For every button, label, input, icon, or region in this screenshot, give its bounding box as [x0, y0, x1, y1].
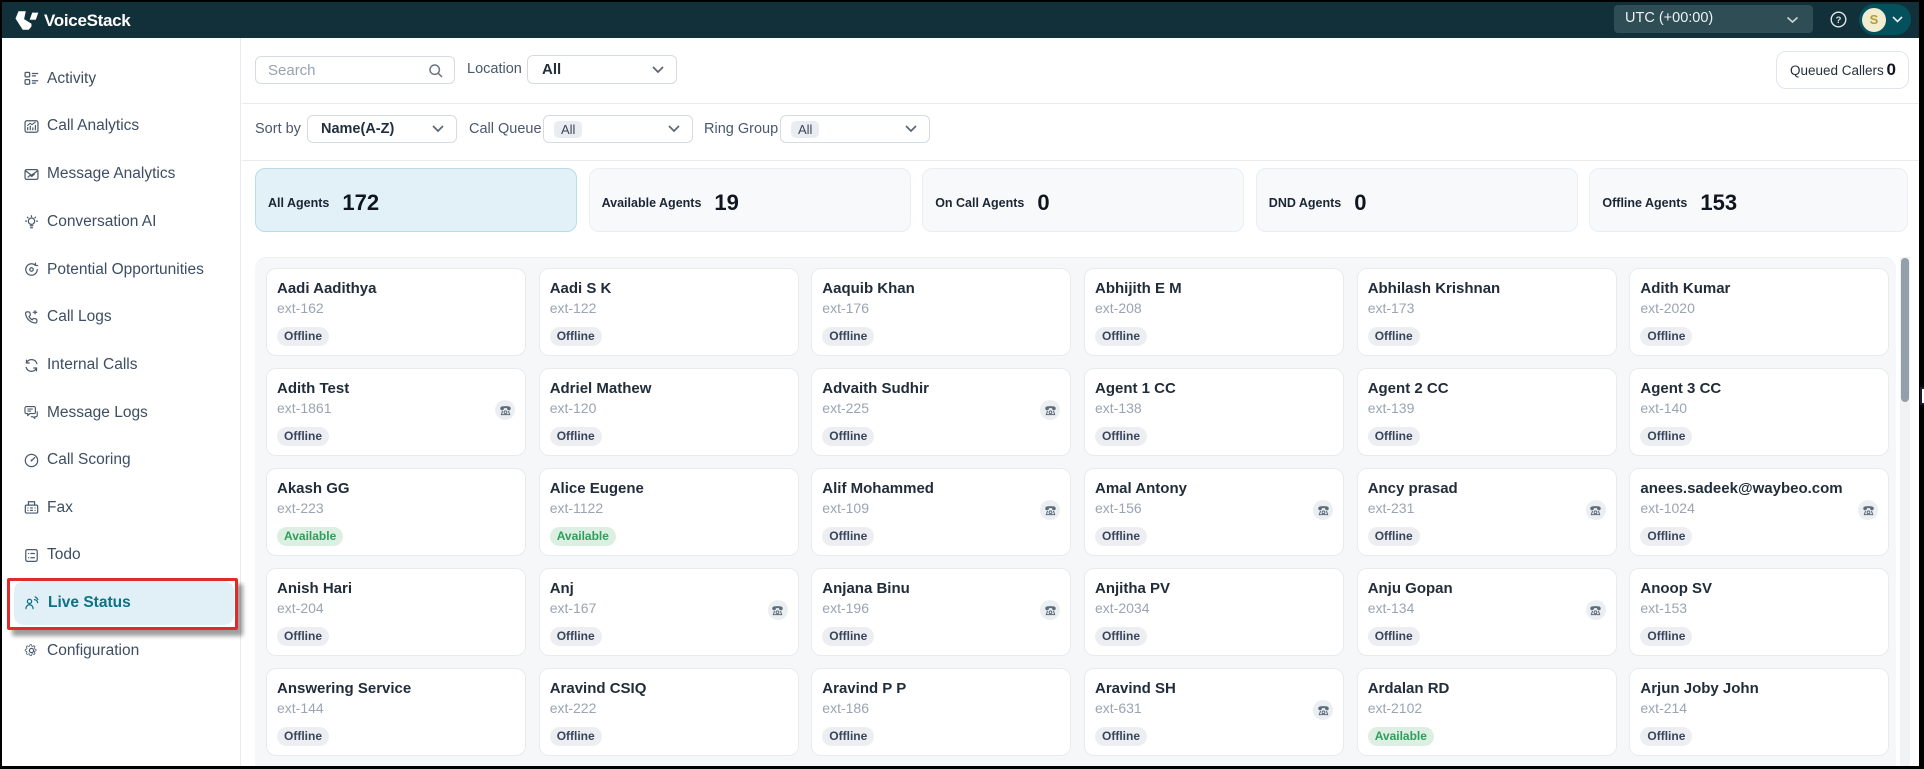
- svg-text:?: ?: [1836, 15, 1842, 26]
